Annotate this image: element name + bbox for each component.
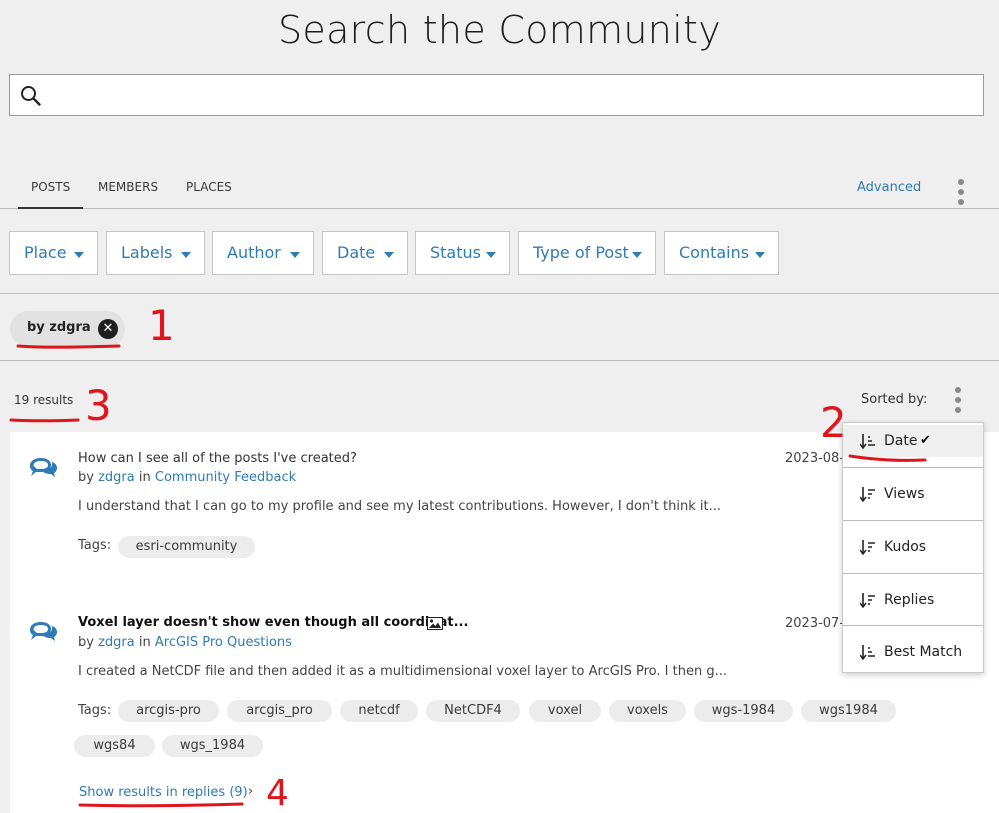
- chip-label: by zdgra: [27, 320, 91, 335]
- search-icon: [21, 86, 41, 106]
- filter-status-button[interactable]: Status: [415, 231, 510, 275]
- post-date: 2023-08-: [785, 451, 845, 466]
- sort-dropdown: Date ✔ Views Kudos Replies Best Match: [842, 422, 984, 673]
- tag-chip[interactable]: voxel: [529, 700, 601, 722]
- divider: [843, 467, 983, 468]
- search-tabs: POSTS MEMBERS PLACES Advanced: [0, 166, 999, 209]
- board-link[interactable]: Community Feedback: [155, 470, 296, 485]
- page-title: Search the Community: [278, 8, 721, 52]
- caret-down-icon: [632, 252, 642, 258]
- post-title-link[interactable]: Voxel layer doesn't show even though all…: [78, 615, 468, 630]
- post-byline: by zdgra in Community Feedback: [78, 470, 296, 485]
- divider: [0, 293, 999, 294]
- caret-down-icon: [384, 252, 394, 258]
- discussion-icon: [30, 458, 57, 477]
- active-filter-chip: by zdgra ✕: [10, 311, 125, 347]
- byline-by-text: by: [78, 635, 94, 650]
- divider: [0, 360, 999, 361]
- tag-chip[interactable]: NetCDF4: [426, 700, 520, 722]
- sort-option-label: Best Match: [884, 644, 963, 660]
- filter-label: Labels: [121, 243, 173, 262]
- sort-descending-icon: [860, 487, 875, 502]
- search-options-menu-icon[interactable]: [958, 179, 964, 209]
- tag-chip[interactable]: wgs84: [74, 735, 155, 757]
- sort-menu-icon[interactable]: [955, 387, 961, 417]
- sort-ascending-icon: [860, 645, 875, 660]
- filter-label: Place: [24, 243, 67, 262]
- caret-down-icon: [74, 252, 84, 258]
- post-byline: by zdgra in ArcGIS Pro Questions: [78, 635, 292, 650]
- annotation-number: 3: [85, 381, 112, 430]
- filter-label: Author: [227, 243, 281, 262]
- discussion-icon: [30, 622, 57, 641]
- post-snippet: I understand that I can go to my profile…: [78, 499, 721, 514]
- tag-chip[interactable]: arcgis-pro: [118, 700, 219, 722]
- search-input[interactable]: [52, 81, 972, 109]
- image-attachment-icon: [427, 617, 443, 630]
- author-link[interactable]: zdgra: [98, 470, 135, 485]
- sort-ascending-icon: [860, 434, 875, 449]
- tag-chip[interactable]: voxels: [609, 700, 686, 722]
- tags-label: Tags:: [78, 703, 112, 718]
- tag-chip[interactable]: wgs1984: [801, 700, 896, 722]
- filter-type-of-post-button[interactable]: Type of Post: [518, 231, 656, 275]
- caret-down-icon: [486, 252, 496, 258]
- filter-label: Date: [337, 243, 376, 262]
- post-title-link[interactable]: How can I see all of the posts I've crea…: [78, 451, 357, 466]
- sort-option-label: Date: [884, 433, 918, 449]
- caret-down-icon: [755, 252, 765, 258]
- post-snippet: I created a NetCDF file and then added i…: [78, 664, 727, 679]
- board-link[interactable]: ArcGIS Pro Questions: [155, 635, 292, 650]
- byline-by-text: by: [78, 470, 94, 485]
- filter-date-button[interactable]: Date: [322, 231, 408, 275]
- divider: [843, 520, 983, 521]
- sort-option-label: Replies: [884, 592, 935, 608]
- tag-chip[interactable]: arcgis_pro: [227, 700, 332, 722]
- tags-label: Tags:: [78, 538, 112, 553]
- filter-label: Status: [430, 243, 481, 262]
- author-link[interactable]: zdgra: [98, 635, 135, 650]
- filter-label: Type of Post: [533, 243, 629, 262]
- sort-option-date[interactable]: Date ✔: [843, 425, 983, 457]
- divider: [843, 625, 983, 626]
- filter-author-button[interactable]: Author: [212, 231, 314, 275]
- annotation-number: 1: [148, 301, 175, 350]
- tag-chip[interactable]: esri-community: [118, 536, 255, 558]
- filter-label: Contains: [679, 243, 750, 262]
- tag-chip[interactable]: wgs_1984: [162, 735, 263, 757]
- tab-places[interactable]: PLACES: [186, 180, 232, 194]
- advanced-search-link[interactable]: Advanced: [857, 180, 921, 195]
- sort-label: Sorted by:: [861, 392, 928, 407]
- caret-down-icon: [181, 252, 191, 258]
- checkmark-icon: ✔: [920, 433, 931, 448]
- remove-filter-icon[interactable]: ✕: [98, 319, 118, 339]
- sort-descending-icon: [860, 540, 875, 555]
- tab-posts[interactable]: POSTS: [18, 180, 84, 209]
- filter-bar: Place Labels Author Date Status Type of …: [0, 231, 999, 276]
- sort-option-label: Kudos: [884, 539, 927, 555]
- annotation-underline: [9, 418, 80, 423]
- filter-contains-button[interactable]: Contains: [664, 231, 779, 275]
- tag-chip[interactable]: wgs-1984: [694, 700, 793, 722]
- sort-option-best-match[interactable]: Best Match: [843, 636, 983, 668]
- sort-option-kudos[interactable]: Kudos: [843, 531, 983, 563]
- byline-in-text: in: [138, 470, 151, 485]
- results-count: 19 results: [14, 393, 74, 407]
- caret-down-icon: [290, 252, 300, 258]
- tab-members[interactable]: MEMBERS: [98, 180, 158, 194]
- chevron-right-icon[interactable]: ›: [248, 784, 253, 799]
- sort-option-replies[interactable]: Replies: [843, 584, 983, 616]
- tag-chip[interactable]: netcdf: [340, 700, 418, 722]
- sort-option-label: Views: [884, 486, 925, 502]
- filter-labels-button[interactable]: Labels: [106, 231, 205, 275]
- show-replies-link[interactable]: Show results in replies (9): [79, 785, 248, 800]
- sort-descending-icon: [860, 593, 875, 608]
- post-date: 2023-07-: [785, 616, 845, 631]
- filter-place-button[interactable]: Place: [9, 231, 98, 275]
- divider: [843, 573, 983, 574]
- sort-option-views[interactable]: Views: [843, 478, 983, 510]
- byline-in-text: in: [138, 635, 151, 650]
- search-box[interactable]: [9, 74, 984, 116]
